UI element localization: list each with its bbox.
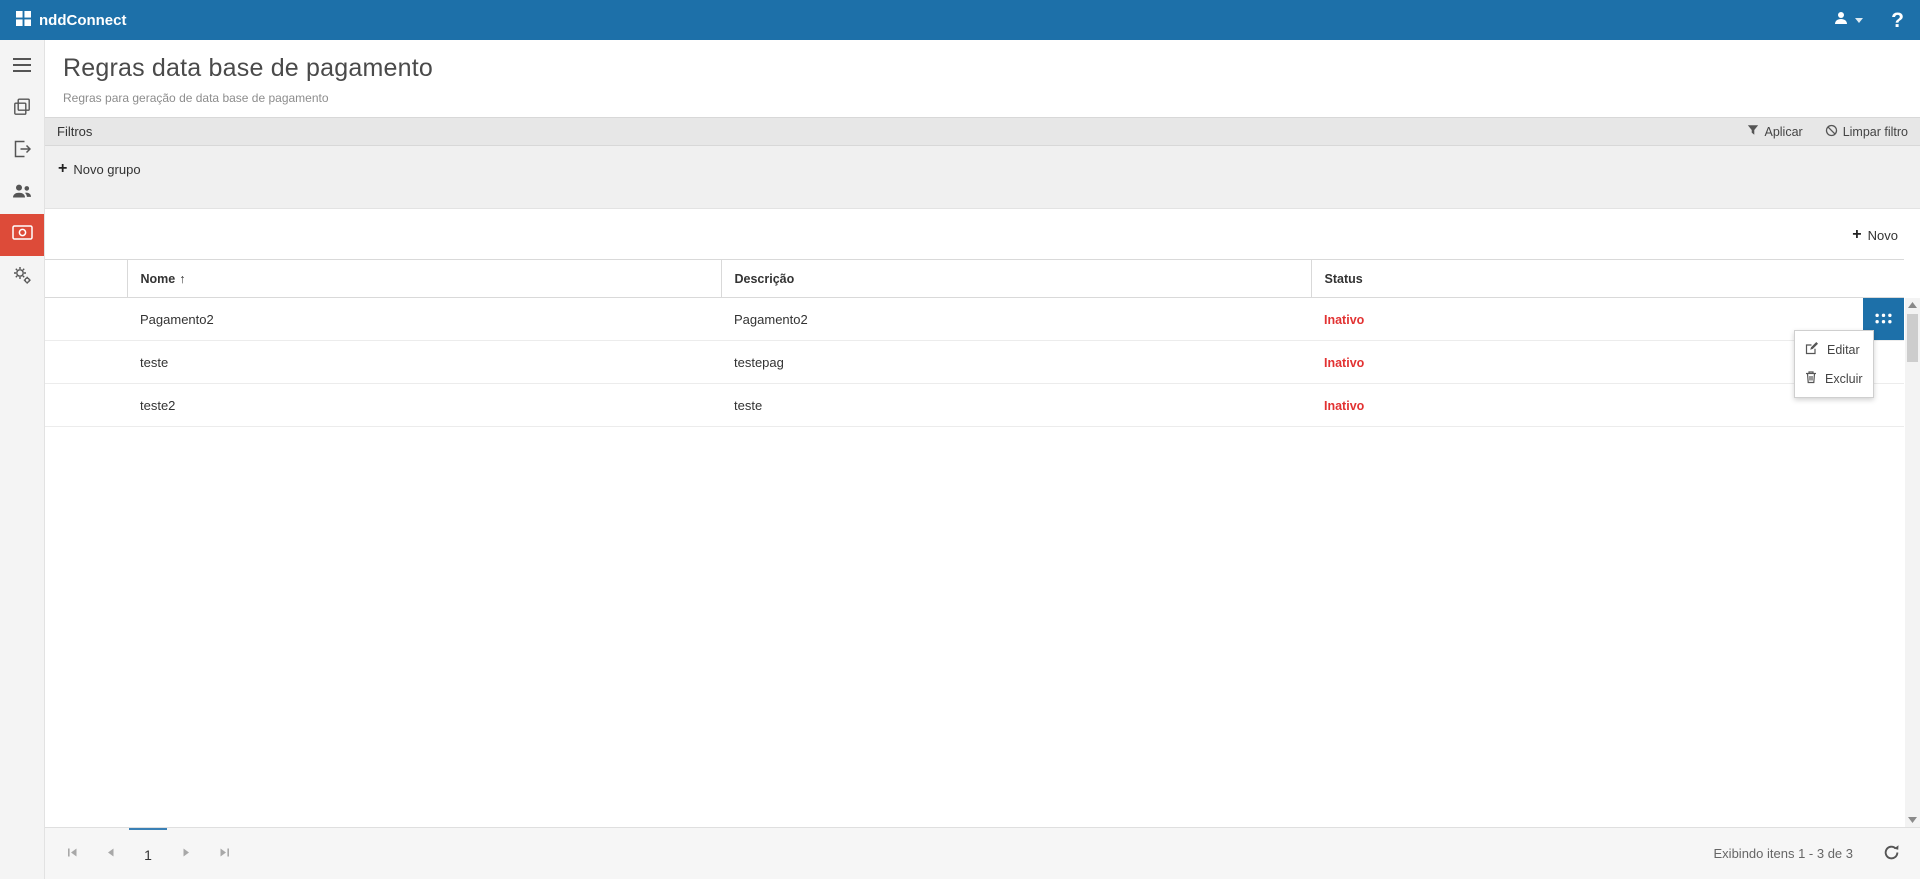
topbar-actions: ? — [1833, 10, 1904, 31]
vertical-scrollbar[interactable] — [1905, 298, 1920, 827]
documents-icon — [13, 98, 31, 121]
sidebar-item-documents[interactable] — [0, 88, 44, 130]
money-icon — [12, 225, 33, 245]
plus-icon: + — [58, 161, 67, 177]
page-header: Regras data base de pagamento Regras par… — [45, 40, 1920, 117]
page-title: Regras data base de pagamento — [63, 54, 1902, 83]
page-subtitle: Regras para geração de data base de paga… — [63, 91, 1902, 105]
scroll-down-arrow-icon[interactable] — [1905, 813, 1920, 827]
user-icon — [1833, 10, 1849, 31]
plus-icon: + — [1852, 227, 1861, 243]
column-header-empty — [45, 260, 127, 298]
pager-controls: 1 — [53, 828, 243, 879]
previous-page-icon — [105, 846, 116, 861]
logout-icon — [13, 140, 31, 163]
table-row[interactable]: Pagamento2 Pagamento2 Inativo — [45, 298, 1904, 341]
apply-filter-label: Aplicar — [1764, 125, 1802, 139]
next-page-icon — [181, 846, 192, 861]
rules-table: Nome↑ Descrição Status Pagamento2 Pagame… — [45, 259, 1904, 427]
cell-nome: teste2 — [127, 384, 721, 427]
column-header-status[interactable]: Status — [1311, 260, 1904, 298]
brand-name: nddConnect — [39, 12, 127, 29]
new-record-label: Novo — [1868, 228, 1898, 243]
scroll-up-arrow-icon[interactable] — [1905, 298, 1920, 312]
grid-toolbar: + Novo — [45, 209, 1920, 259]
row-expand-cell — [45, 341, 127, 384]
scrollbar-thumb[interactable] — [1907, 314, 1918, 362]
sidebar — [0, 40, 45, 879]
cell-nome: teste — [127, 341, 721, 384]
row-expand-cell — [45, 298, 127, 341]
column-label-status: Status — [1325, 272, 1363, 286]
column-header-descricao[interactable]: Descrição — [721, 260, 1311, 298]
clear-filter-button[interactable]: Limpar filtro — [1825, 124, 1908, 140]
last-page-icon — [219, 846, 230, 861]
menu-item-delete[interactable]: Excluir — [1795, 364, 1873, 393]
chevron-down-icon — [1855, 11, 1863, 29]
items-count-label: Exibindo itens 1 - 3 de 3 — [1714, 846, 1853, 861]
filters-body: + Novo grupo — [45, 146, 1920, 209]
next-page-button[interactable] — [167, 828, 205, 879]
new-group-label: Novo grupo — [73, 162, 140, 177]
refresh-icon — [1883, 844, 1900, 864]
sidebar-item-logout[interactable] — [0, 130, 44, 172]
status-badge: Inativo — [1324, 313, 1364, 327]
status-badge: Inativo — [1324, 356, 1364, 370]
apply-filter-button[interactable]: Aplicar — [1747, 124, 1802, 139]
table-row[interactable]: teste testepag Inativo — [45, 341, 1904, 384]
first-page-icon — [67, 846, 78, 861]
refresh-button[interactable] — [1883, 844, 1900, 864]
clear-filter-icon — [1825, 124, 1838, 140]
previous-page-button[interactable] — [91, 828, 129, 879]
user-menu-button[interactable] — [1833, 10, 1863, 31]
brand-logo[interactable]: nddConnect — [16, 11, 127, 30]
pager: 1 Exibindo itens 1 - 3 de 3 — [45, 827, 1920, 879]
new-group-button[interactable]: + Novo grupo — [58, 161, 141, 177]
column-label-descricao: Descrição — [735, 272, 795, 286]
main-content: Regras data base de pagamento Regras par… — [45, 40, 1920, 879]
more-options-icon — [1875, 312, 1892, 327]
hamburger-menu-icon — [13, 58, 31, 77]
filters-actions: Aplicar Limpar filtro — [1747, 124, 1908, 140]
row-context-menu: Editar Excluir — [1794, 330, 1874, 398]
new-record-button[interactable]: + Novo — [1852, 227, 1898, 243]
help-button[interactable]: ? — [1891, 10, 1904, 31]
pager-info-area: Exibindo itens 1 - 3 de 3 — [1714, 828, 1900, 879]
sort-ascending-icon: ↑ — [179, 272, 185, 286]
cell-nome: Pagamento2 — [127, 298, 721, 341]
gears-icon — [12, 265, 32, 290]
filters-title: Filtros — [57, 124, 92, 139]
filters-header: Filtros Aplicar Limpar filtro — [45, 117, 1920, 146]
menu-item-delete-label: Excluir — [1825, 372, 1863, 386]
column-header-nome[interactable]: Nome↑ — [127, 260, 721, 298]
grid-logo-icon — [16, 11, 31, 30]
sidebar-item-settings[interactable] — [0, 256, 44, 298]
current-page-button[interactable]: 1 — [129, 828, 167, 879]
status-badge: Inativo — [1324, 399, 1364, 413]
column-label-nome: Nome — [141, 272, 176, 286]
sidebar-item-menu[interactable] — [0, 46, 44, 88]
menu-item-edit-label: Editar — [1827, 343, 1860, 357]
sidebar-item-users[interactable] — [0, 172, 44, 214]
cell-descricao: Pagamento2 — [721, 298, 1311, 341]
first-page-button[interactable] — [53, 828, 91, 879]
table-header-row: Nome↑ Descrição Status — [45, 260, 1904, 298]
table-row[interactable]: teste2 teste Inativo — [45, 384, 1904, 427]
filters-panel: Filtros Aplicar Limpar filtro + — [45, 117, 1920, 209]
cell-descricao: teste — [721, 384, 1311, 427]
filter-funnel-icon — [1747, 124, 1759, 139]
last-page-button[interactable] — [205, 828, 243, 879]
clear-filter-label: Limpar filtro — [1843, 125, 1908, 139]
trash-icon — [1805, 370, 1817, 387]
row-expand-cell — [45, 384, 127, 427]
menu-item-edit[interactable]: Editar — [1795, 335, 1873, 364]
sidebar-item-payment-rules[interactable] — [0, 214, 44, 256]
edit-pencil-icon — [1805, 341, 1819, 358]
topbar: nddConnect ? — [0, 0, 1920, 40]
cell-descricao: testepag — [721, 341, 1311, 384]
users-group-icon — [12, 183, 32, 204]
data-grid: Nome↑ Descrição Status Pagamento2 Pagame… — [45, 259, 1920, 827]
